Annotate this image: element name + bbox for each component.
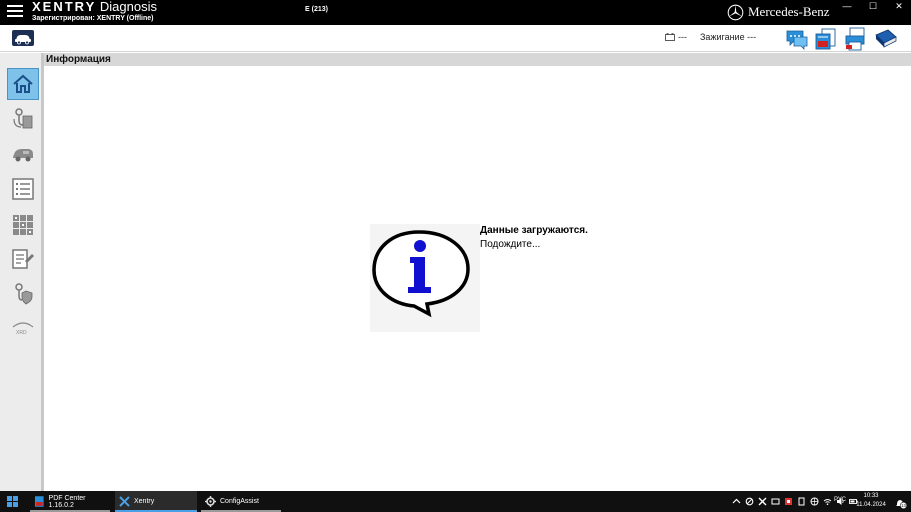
security-icon xyxy=(15,283,33,305)
sidebar-item-xrd[interactable]: XRD xyxy=(7,311,39,343)
vehicle-icon xyxy=(13,149,33,162)
notification-count: 13 xyxy=(901,503,906,508)
app-product: Diagnosis xyxy=(99,0,157,14)
bell-icon: 13 xyxy=(896,500,908,510)
list-icon xyxy=(12,178,34,200)
chat-icon[interactable] xyxy=(785,27,809,51)
usb-icon[interactable] xyxy=(797,497,806,506)
hamburger-menu-icon[interactable] xyxy=(7,5,23,18)
vehicle-model: E (213) xyxy=(305,6,328,13)
toolbar: --- Зажигание --- xyxy=(0,25,911,52)
sidebar-item-diagnosis[interactable] xyxy=(7,103,39,135)
app-brand: XENTRY xyxy=(32,0,97,14)
battery-status: --- xyxy=(665,32,687,42)
battery-icon xyxy=(665,33,675,41)
xentry-window: XENTRY Diagnosis Зарегистрирован: XENTRY… xyxy=(0,0,911,512)
pdf-center-icon xyxy=(34,496,44,507)
main-content: Данные загружаются. Подождите... xyxy=(44,66,911,491)
sidebar-item-control-units[interactable] xyxy=(7,209,39,241)
xentry-icon xyxy=(119,496,130,507)
taskbar-app-configassist[interactable]: ConfigAssist xyxy=(201,491,281,512)
maximize-button[interactable]: ☐ xyxy=(866,1,880,11)
close-button[interactable]: ✕ xyxy=(892,1,906,11)
taskbar-app-pdf-center[interactable]: PDF Center 1.16.0.2 xyxy=(30,491,110,512)
app-title: XENTRY Diagnosis xyxy=(32,0,157,14)
control-units-icon xyxy=(13,215,33,235)
registration-status: Зарегистрирован: XENTRY (Offline) xyxy=(32,15,154,22)
xentry-tray-icon[interactable] xyxy=(758,497,767,506)
info-speech-bubble-icon xyxy=(370,224,480,332)
input-language[interactable]: РУС xyxy=(834,497,846,503)
sidebar: XRD xyxy=(0,53,44,491)
sidebar-item-security[interactable] xyxy=(7,278,39,310)
loading-subtitle: Подождите... xyxy=(480,239,541,250)
clock-time: 10:33 xyxy=(863,493,879,499)
car-icon xyxy=(15,35,31,45)
mercedes-star-logo-icon xyxy=(727,4,744,21)
ignition-status: Зажигание --- xyxy=(700,32,757,42)
network-icon[interactable] xyxy=(771,497,780,506)
section-title: Информация xyxy=(44,53,911,66)
taskbar: PDF Center 1.16.0.2 Xentry ConfigAssist xyxy=(0,491,911,512)
taskbar-app-label: Xentry xyxy=(134,498,155,505)
taskbar-app-label: PDF Center 1.16.0.2 xyxy=(48,494,86,509)
wifi-icon[interactable] xyxy=(823,497,832,506)
minimize-button[interactable]: — xyxy=(840,1,854,11)
title-bar: XENTRY Diagnosis Зарегистрирован: XENTRY… xyxy=(0,0,911,25)
loading-title: Данные загружаются. xyxy=(480,225,588,236)
sidebar-item-list[interactable] xyxy=(7,173,39,205)
sync-icon[interactable] xyxy=(745,497,754,506)
taskbar-app-xentry[interactable]: Xentry xyxy=(115,491,197,512)
sidebar-item-vehicle[interactable] xyxy=(7,139,39,171)
taskbar-app-label: ConfigAssist xyxy=(220,498,259,505)
notification-button[interactable]: 13 xyxy=(895,496,908,510)
vehicle-selection-button[interactable] xyxy=(12,30,34,46)
sidebar-item-service[interactable] xyxy=(7,243,39,275)
gear-icon xyxy=(205,496,216,507)
clock[interactable]: 10:33 11.04.2024 xyxy=(854,492,888,510)
chevron-up-icon[interactable] xyxy=(732,497,741,506)
service-icon xyxy=(12,249,34,269)
pdf-export-icon[interactable] xyxy=(814,27,838,51)
xrd-label: XRD xyxy=(16,330,27,336)
windows-start-icon[interactable] xyxy=(7,496,18,507)
print-icon[interactable] xyxy=(843,27,867,51)
manual-book-icon[interactable] xyxy=(874,27,898,51)
home-icon xyxy=(13,74,33,93)
clock-date: 11.04.2024 xyxy=(856,502,886,508)
diagnosis-icon xyxy=(13,108,33,129)
security-tray-icon[interactable] xyxy=(784,497,793,506)
battery-value: --- xyxy=(678,32,687,42)
sidebar-item-home[interactable] xyxy=(7,68,39,100)
globe-icon[interactable] xyxy=(810,497,819,506)
manufacturer-name: Mercedes-Benz xyxy=(748,4,830,19)
